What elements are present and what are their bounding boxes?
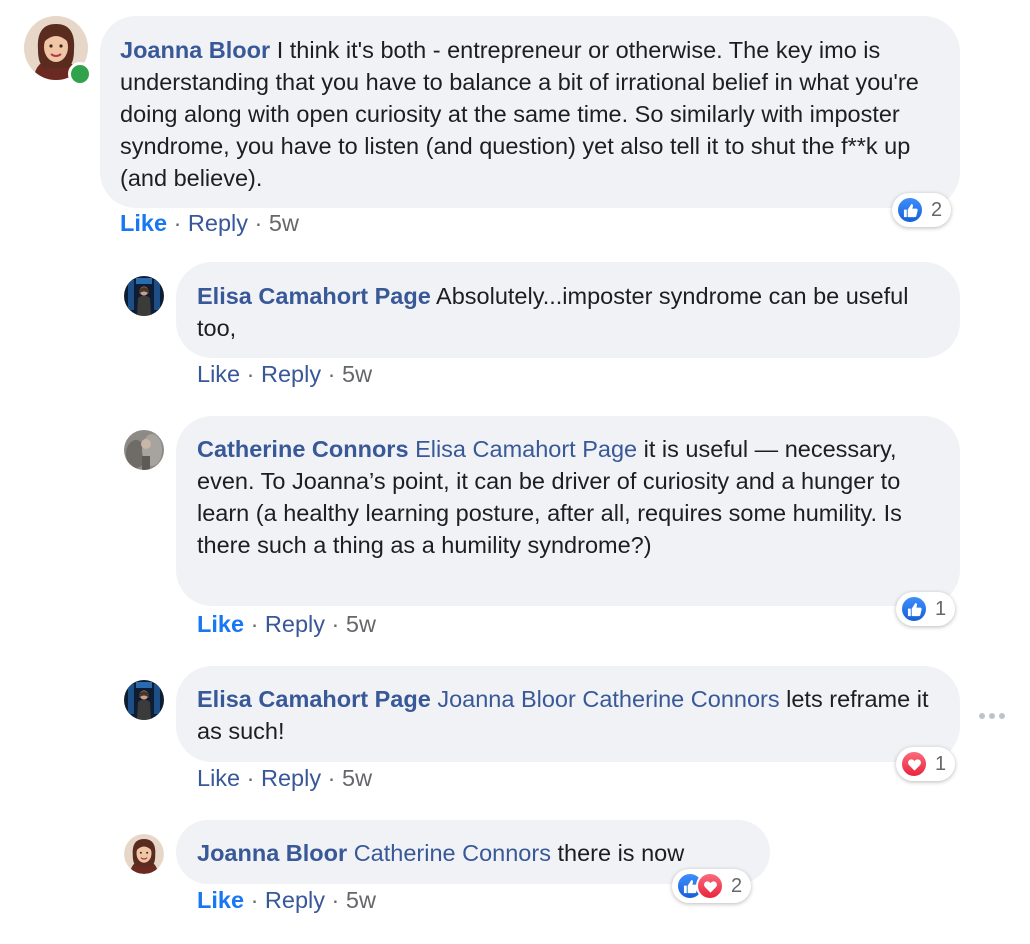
reply-button[interactable]: Reply: [188, 210, 248, 236]
comment-bubble: Elisa Camahort Page Joanna Bloor Catheri…: [176, 666, 960, 762]
reply-button[interactable]: Reply: [265, 611, 325, 637]
avatar-image: [124, 680, 164, 720]
comment-actions: Like · Reply · 5w: [197, 887, 376, 914]
reaction-summary[interactable]: 1: [896, 592, 956, 626]
comment-bubble: Joanna Bloor I think it's both - entrepr…: [100, 16, 960, 208]
mention-link[interactable]: Elisa Camahort Page: [415, 436, 637, 462]
reply-button[interactable]: Reply: [261, 361, 321, 387]
separator: ·: [246, 361, 255, 387]
like-button[interactable]: Like: [197, 611, 244, 637]
thumbs-up-icon: [900, 595, 928, 623]
comment-body: Joanna Bloor I think it's both - entrepr…: [120, 34, 940, 194]
heart-icon: [696, 872, 724, 900]
comment-timestamp[interactable]: 5w: [342, 361, 372, 387]
avatar-elisa-camahort-page[interactable]: [124, 680, 164, 720]
comment-timestamp[interactable]: 5w: [346, 887, 376, 913]
mention-link[interactable]: Joanna Bloor: [437, 686, 576, 712]
mention-link[interactable]: Catherine Connors: [582, 686, 779, 712]
online-status-indicator: [68, 62, 92, 86]
comment-body: Catherine Connors Elisa Camahort Page it…: [197, 433, 940, 561]
separator: ·: [327, 765, 336, 791]
separator: ·: [246, 765, 255, 791]
heart-icon: [900, 750, 928, 778]
avatar-image: [124, 834, 164, 874]
comment-body: Elisa Camahort Page Joanna Bloor Catheri…: [197, 683, 940, 747]
avatar-image: [124, 276, 164, 316]
reaction-summary[interactable]: 2: [892, 193, 952, 227]
avatar-elisa-camahort-page[interactable]: [124, 276, 164, 316]
avatar-image: [124, 430, 164, 470]
comment-actions: Like · Reply · 5w: [197, 361, 372, 388]
thumbs-up-icon: [896, 196, 924, 224]
comment-timestamp[interactable]: 5w: [342, 765, 372, 791]
reaction-count: 1: [935, 752, 947, 775]
comment-body: Joanna Bloor Catherine Connors there is …: [197, 837, 750, 869]
like-button[interactable]: Like: [197, 887, 244, 913]
like-button[interactable]: Like: [197, 361, 240, 387]
separator: ·: [331, 611, 340, 637]
like-button[interactable]: Like: [120, 210, 167, 236]
avatar-catherine-connors[interactable]: [124, 430, 164, 470]
reaction-count: 1: [935, 597, 947, 620]
comment-author[interactable]: Joanna Bloor: [197, 840, 347, 866]
separator: ·: [250, 887, 259, 913]
comment-text: there is now: [557, 840, 685, 866]
comment-author[interactable]: Elisa Camahort Page: [197, 686, 431, 712]
mention-link[interactable]: Catherine Connors: [354, 840, 551, 866]
like-button[interactable]: Like: [197, 765, 240, 791]
reaction-summary[interactable]: 1: [896, 747, 956, 781]
comment-author[interactable]: Catherine Connors: [197, 436, 409, 462]
comment-bubble: Elisa Camahort Page Absolutely...imposte…: [176, 262, 960, 358]
reaction-count: 2: [731, 874, 743, 897]
comment-author[interactable]: Elisa Camahort Page: [197, 283, 431, 309]
comment-body: Elisa Camahort Page Absolutely...imposte…: [197, 280, 940, 344]
reaction-count: 2: [931, 198, 943, 221]
more-options-icon[interactable]: [978, 710, 1006, 722]
avatar-joanna-bloor[interactable]: [124, 834, 164, 874]
separator: ·: [173, 210, 182, 236]
separator: ·: [254, 210, 263, 236]
comment-timestamp[interactable]: 5w: [269, 210, 299, 236]
comment-timestamp[interactable]: 5w: [346, 611, 376, 637]
separator: ·: [327, 361, 336, 387]
separator: ·: [331, 887, 340, 913]
comment-author[interactable]: Joanna Bloor: [120, 37, 270, 63]
avatar-joanna-bloor[interactable]: [24, 16, 92, 86]
reply-button[interactable]: Reply: [265, 887, 325, 913]
comment-bubble: Catherine Connors Elisa Camahort Page it…: [176, 416, 960, 606]
separator: ·: [250, 611, 259, 637]
reaction-summary[interactable]: 2: [672, 869, 752, 903]
comment-actions: Like · Reply · 5w: [197, 611, 376, 638]
comment-actions: Like · Reply · 5w: [197, 765, 372, 792]
reply-button[interactable]: Reply: [261, 765, 321, 791]
comment-actions: Like · Reply · 5w: [120, 210, 299, 237]
